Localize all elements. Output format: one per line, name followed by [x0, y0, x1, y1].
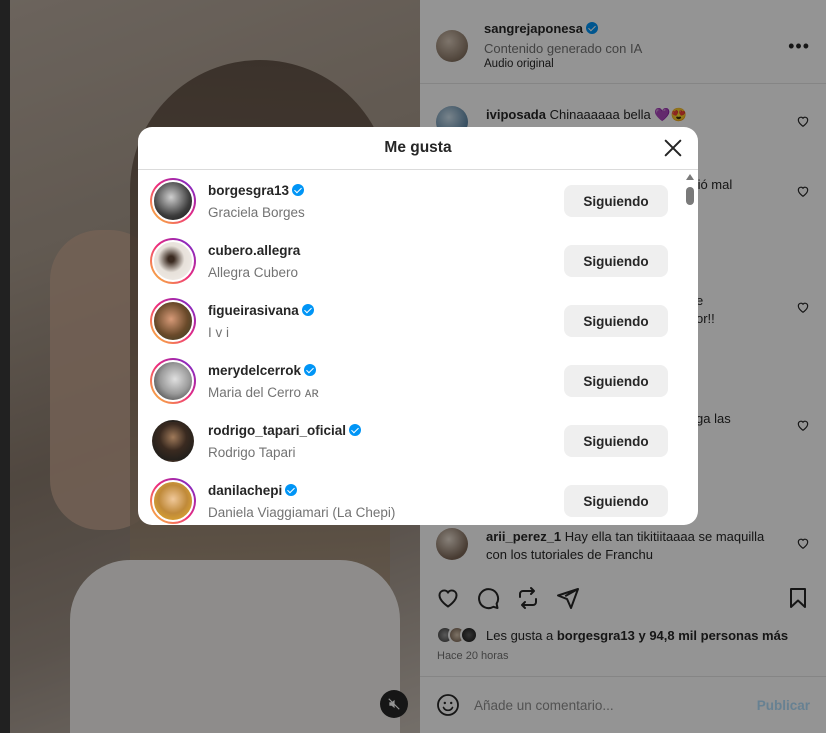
- avatar-frame[interactable]: [150, 418, 196, 464]
- verified-icon: [292, 183, 305, 196]
- liker-row: danilachepi Daniela Viaggiamari (La Chepi…: [138, 471, 680, 525]
- liker-row: rodrigo_tapari_oficial Rodrigo Tapari Sig…: [138, 411, 680, 471]
- modal-title: Me gusta: [384, 139, 452, 156]
- verified-icon: [304, 363, 317, 376]
- scrollbar-thumb[interactable]: [686, 187, 694, 205]
- liker-row: figueirasivana I v i Siguiendo: [138, 291, 680, 351]
- liker-row: borgesgra13 Graciela Borges Siguiendo: [138, 171, 680, 231]
- verified-icon: [349, 423, 362, 436]
- liker-username[interactable]: borgesgra13: [208, 183, 289, 198]
- likes-modal: Me gusta borgesgra13 Graciela Borges Sigu…: [138, 127, 698, 525]
- liker-fullname: Rodrigo Tapari: [208, 444, 296, 460]
- story-ring[interactable]: [150, 178, 196, 224]
- liker-username[interactable]: merydelcerrok: [208, 363, 301, 378]
- user-avatar: [152, 480, 194, 522]
- following-button[interactable]: Siguiendo: [564, 425, 668, 457]
- following-button[interactable]: Siguiendo: [564, 245, 668, 277]
- user-avatar: [152, 300, 194, 342]
- scroll-up-arrow-icon[interactable]: [686, 174, 694, 180]
- story-ring[interactable]: [150, 298, 196, 344]
- verified-icon: [301, 303, 314, 316]
- liker-fullname: I v i: [208, 324, 230, 340]
- liker-fullname: Allegra Cubero: [208, 264, 299, 280]
- verified-icon: [285, 483, 298, 496]
- modal-header: Me gusta: [138, 127, 698, 170]
- user-avatar: [152, 360, 194, 402]
- user-avatar: [152, 420, 194, 462]
- liker-username[interactable]: rodrigo_tapari_oficial: [208, 423, 346, 438]
- story-ring[interactable]: [150, 238, 196, 284]
- scrollbar[interactable]: [683, 171, 695, 525]
- close-icon[interactable]: [662, 137, 684, 159]
- likers-list: borgesgra13 Graciela Borges Siguiendo cub…: [138, 171, 680, 525]
- liker-username[interactable]: danilachepi: [208, 483, 282, 498]
- liker-fullname: Daniela Viaggiamari (La Chepi): [208, 504, 396, 520]
- liker-fullname: Maria del Cerro ᴀʀ: [208, 384, 319, 400]
- liker-row: merydelcerrok Maria del Cerro ᴀʀ Siguiend…: [138, 351, 680, 411]
- liker-row: cubero.allegra Allegra Cubero Siguiendo: [138, 231, 680, 291]
- following-button[interactable]: Siguiendo: [564, 305, 668, 337]
- liker-fullname: Graciela Borges: [208, 204, 305, 220]
- story-ring[interactable]: [150, 358, 196, 404]
- liker-username[interactable]: figueirasivana: [208, 303, 299, 318]
- following-button[interactable]: Siguiendo: [564, 485, 668, 517]
- following-button[interactable]: Siguiendo: [564, 185, 668, 217]
- liker-username[interactable]: cubero.allegra: [208, 243, 300, 258]
- user-avatar: [152, 240, 194, 282]
- user-avatar: [152, 180, 194, 222]
- following-button[interactable]: Siguiendo: [564, 365, 668, 397]
- story-ring[interactable]: [150, 478, 196, 524]
